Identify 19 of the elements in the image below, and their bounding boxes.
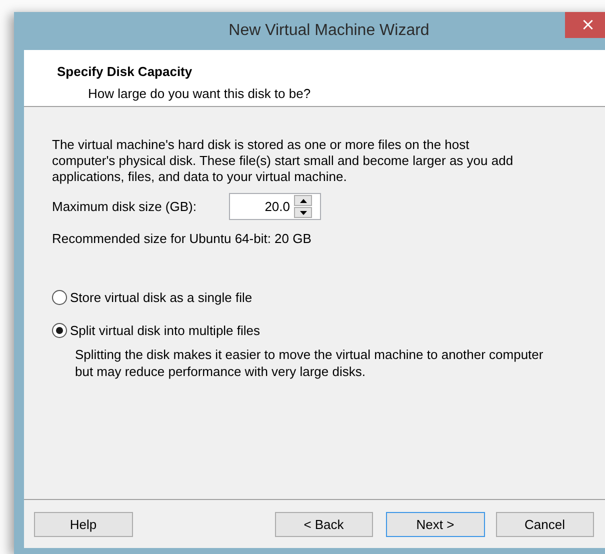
dialog-button[interactable]: < Back — [274, 512, 373, 536]
dialog-button[interactable]: Help — [34, 512, 132, 536]
disk-size-spinner[interactable]: 20.0 — [229, 193, 321, 220]
spin-up-button[interactable] — [294, 195, 312, 206]
window-title: New Virtual Machine Wizard — [228, 22, 430, 40]
page-heading: Specify Disk Capacity — [57, 64, 194, 79]
dialog-button[interactable]: Cancel — [496, 512, 594, 536]
down-arrow-icon — [300, 210, 306, 214]
description-text: The virtual machine's hard disk is stored as one or more files on the host computer's physical disk. These file(s) start small and become larger as you add applications, files, and data to your virtual machine. — [52, 137, 514, 185]
disk-size-label: Maximum disk size (GB): — [52, 199, 198, 214]
radio-option[interactable]: Split virtual disk into multiple files — [52, 323, 605, 338]
radio-option[interactable]: Store virtual disk as a single file — [52, 290, 605, 305]
option-note: Splitting the disk makes it easier to move the virtual machine to another computer but may reduce performance with very large disks. — [75, 346, 544, 380]
recommendation-text: Recommended size for Ubuntu 64-bit: 20 GB — [52, 231, 312, 246]
dialog-button[interactable]: Next > — [386, 512, 484, 536]
close-button[interactable]: × — [565, 12, 605, 38]
up-arrow-icon — [300, 198, 306, 202]
spin-down-button[interactable] — [294, 207, 312, 218]
page-subtitle: How large do you want this disk to be? — [88, 86, 312, 101]
